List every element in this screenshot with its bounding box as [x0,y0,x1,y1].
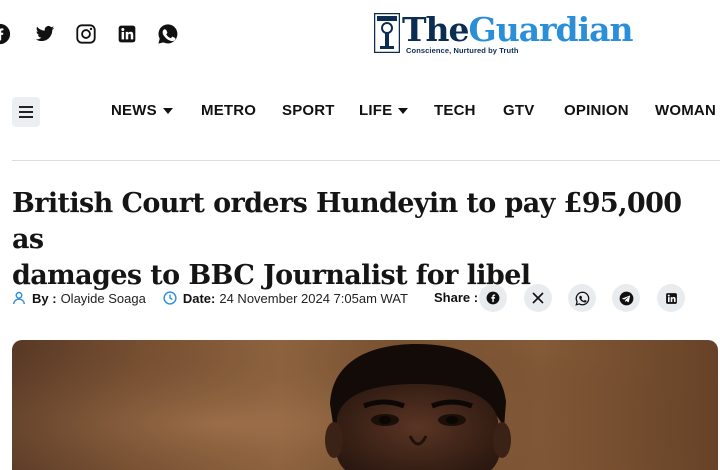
share-facebook-button[interactable] [479,284,507,312]
whatsapp-icon [574,291,589,306]
nav-item-life[interactable]: LIFE [359,102,409,119]
nav-item-label: NEWS [111,102,157,119]
nav-item-label: SPORT [282,102,335,119]
share-telegram-button[interactable] [612,284,640,312]
x-icon [532,292,544,304]
logo-the-text: The [402,10,470,49]
logo-guardian-text: Guardian [468,10,634,49]
main-nav: NEWS METRO SPORT LIFE TECH GTV OPINION W… [0,102,720,124]
logo-wordmark: TheGuardian [402,10,634,49]
clock-icon [163,291,177,305]
nav-item-sport[interactable]: SPORT [282,102,335,119]
telegram-icon [619,291,633,305]
logo-tagline: Conscience, Nurtured by Truth [406,46,519,55]
article-hero-image [12,340,718,470]
linkedin-icon[interactable] [115,22,139,46]
header-divider [12,160,720,161]
user-icon [12,291,26,305]
author-label: By : [32,290,57,306]
instagram-icon[interactable] [74,22,98,46]
site-logo[interactable]: TheGuardian Conscience, Nurtured by Trut… [372,10,642,58]
nav-item-opinion[interactable]: OPINION [564,102,629,119]
nav-item-tech[interactable]: TECH [434,102,476,119]
publish-date: 24 November 2024 7:05am WAT [219,290,408,306]
share-label: Share : [434,290,479,305]
nav-item-label: METRO [201,102,257,119]
nav-item-news[interactable]: NEWS [111,102,173,119]
facebook-icon [486,291,500,305]
twitter-icon[interactable] [33,22,57,46]
share-x-button[interactable] [524,284,552,312]
linkedin-icon [665,292,677,304]
nav-item-metro[interactable]: METRO [201,102,256,119]
caret-down-icon [162,107,173,114]
logo-emblem-icon [374,13,400,53]
nav-item-gtv[interactable]: GTV [503,102,534,119]
nav-item-label: GTV [503,102,535,119]
facebook-icon[interactable] [0,22,12,46]
whatsapp-icon[interactable] [156,22,180,46]
nav-item-label: WOMAN [655,102,716,119]
article-meta: By : Olayide Soaga Date: 24 November 202… [12,288,408,308]
article-title-line-1: British Court orders Hundeyin to pay £95… [12,188,682,255]
nav-item-label: OPINION [564,102,629,119]
nav-item-woman[interactable]: WOMAN [655,102,716,119]
share-whatsapp-button[interactable] [568,284,596,312]
article-title: British Court orders Hundeyin to pay £95… [12,186,712,294]
article-title-line-2: damages to BBC Journalist for libel [12,260,531,291]
date-label: Date: [182,290,216,306]
author-name[interactable]: Olayide Soaga [61,291,146,306]
share-linkedin-button[interactable] [657,284,685,312]
nav-item-label: TECH [434,102,476,119]
caret-down-icon [398,107,409,114]
nav-item-label: LIFE [359,102,393,119]
portrait-image [12,340,718,470]
